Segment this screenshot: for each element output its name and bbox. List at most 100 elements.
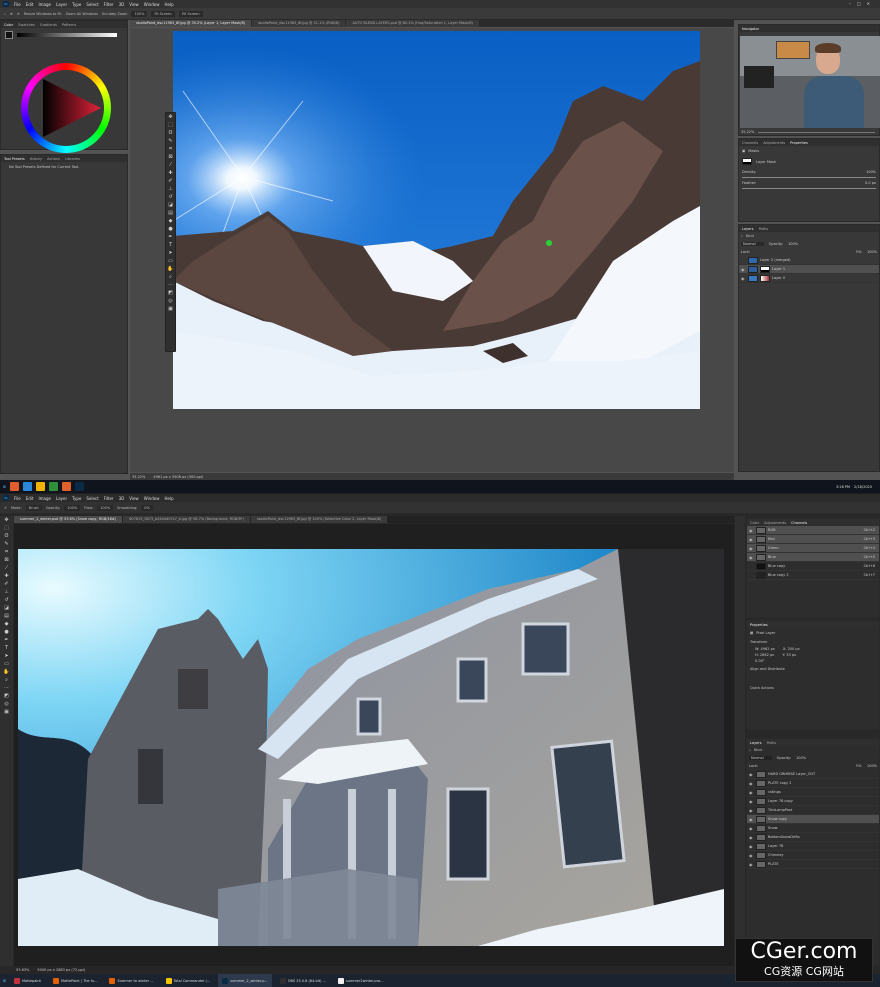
visibility-eye-icon[interactable]: ◉ — [749, 862, 754, 867]
path-select-tool-icon[interactable]: ➤ — [167, 250, 174, 257]
dodge-tool-icon[interactable]: ● — [3, 629, 10, 636]
fg-bg-colors-icon[interactable]: ◩ — [167, 290, 174, 297]
layer-row[interactable]: ◉ HARD GRIMESE Layer_OUT — [747, 770, 879, 779]
tab-channels[interactable]: Channels — [742, 141, 758, 145]
quick-mask-icon[interactable]: ◎ — [167, 298, 174, 305]
tab-color[interactable]: Color — [4, 23, 13, 27]
layer-row[interactable]: ◉ PLATE copy 2 — [747, 779, 879, 788]
layer-row[interactable]: ◉ Chimney — [747, 851, 879, 860]
bottom-status-zoom[interactable]: 53.63% — [16, 968, 29, 972]
lasso-tool-icon[interactable]: ʘ — [167, 130, 174, 137]
transform-w[interactable]: W: 4962 px — [755, 647, 775, 651]
tab-tool-presets[interactable]: Tool Presets — [4, 157, 25, 161]
gradient-tool-icon[interactable]: ▤ — [3, 613, 10, 620]
quick-select-tool-icon[interactable]: ✎ — [3, 541, 10, 548]
channel-row[interactable]: ◉ RGB Ctrl+2 — [747, 526, 879, 535]
menu-help[interactable]: Help — [164, 2, 173, 7]
resize-windows-checkbox[interactable]: Resize Windows to Fit — [24, 12, 62, 16]
tab-gradients[interactable]: Gradients — [40, 23, 57, 27]
stamp-tool-icon[interactable]: ⊥ — [167, 186, 174, 193]
transform-angle[interactable]: 0.00° — [755, 659, 765, 663]
kind-dropdown[interactable]: Kind — [754, 748, 762, 752]
type-tool-icon[interactable]: T — [167, 242, 174, 249]
doc-tab-2[interactable]: 607815_0873_b54b4d07s7_b.jpg @ 56.7% (Ba… — [123, 516, 250, 523]
channel-row[interactable]: Blue copy Ctrl+6 — [747, 562, 879, 571]
brush-mode-dropdown[interactable]: Brush — [25, 504, 42, 511]
visibility-eye-icon[interactable]: ◉ — [749, 844, 754, 849]
healing-tool-icon[interactable]: ✚ — [3, 573, 10, 580]
menu-window[interactable]: Window — [144, 496, 160, 501]
taskbar-app-icon[interactable] — [9, 482, 19, 491]
fit-screen-button[interactable]: Fit Screen — [151, 10, 175, 17]
zoom-all-windows-checkbox[interactable]: Zoom All Windows — [66, 12, 98, 16]
layer-row[interactable]: ◉ Layer 78 copy — [747, 797, 879, 806]
layer-row[interactable]: Layer 2 (merged) — [739, 256, 879, 265]
brush-tool-icon[interactable]: ✐ — [167, 178, 174, 185]
tab-adjustments[interactable]: Adjustments — [763, 141, 785, 145]
menu-type[interactable]: Type — [72, 496, 81, 501]
shape-tool-icon[interactable]: ▭ — [167, 258, 174, 265]
top-status-zoom[interactable]: 35.22% — [132, 475, 145, 479]
tab-patterns[interactable]: Patterns — [62, 23, 76, 27]
layer-row[interactable]: ◉ BottomSnowDrifts — [747, 833, 879, 842]
history-brush-icon[interactable]: ↺ — [3, 597, 10, 604]
channel-row[interactable]: ◉ Blue Ctrl+5 — [747, 553, 879, 562]
flow-option-value[interactable]: 100% — [97, 504, 114, 511]
menu-edit[interactable]: Edit — [26, 2, 34, 7]
menu-help[interactable]: Help — [164, 496, 173, 501]
taskbar-app[interactable]: Total Commander (... — [162, 974, 215, 987]
scrubby-zoom-checkbox[interactable]: Scrubby Zoom — [102, 12, 128, 16]
feather-slider[interactable] — [742, 188, 876, 189]
menu-image[interactable]: Image — [38, 2, 51, 7]
path-select-tool-icon[interactable]: ➤ — [3, 653, 10, 660]
tab-actions[interactable]: Actions — [47, 157, 60, 161]
menu-view[interactable]: View — [129, 2, 139, 7]
opacity-value[interactable]: 100% — [796, 756, 806, 760]
lasso-tool-icon[interactable]: ʘ — [3, 533, 10, 540]
menu-view[interactable]: View — [129, 496, 139, 501]
visibility-eye-icon[interactable]: ◉ — [749, 781, 754, 786]
zoom-tool-side-icon[interactable]: ⌕ — [3, 677, 10, 684]
menu-image[interactable]: Image — [38, 496, 51, 501]
taskbar-app[interactable]: Summer to winter ... — [105, 974, 157, 987]
visibility-eye-icon[interactable]: ◉ — [749, 808, 754, 813]
tab-history[interactable]: History — [30, 157, 42, 161]
color-swatch-fg[interactable] — [5, 31, 13, 39]
opacity-option-value[interactable]: 100% — [64, 504, 81, 511]
visibility-eye-icon[interactable]: ◉ — [741, 276, 746, 281]
hand-tool-icon[interactable]: ✋ — [167, 266, 174, 273]
crop-tool-icon[interactable]: ⌗ — [167, 146, 174, 153]
tab-paths[interactable]: Paths — [759, 227, 769, 231]
layer-row-selected[interactable]: ◉ Layer 1 — [739, 265, 879, 274]
zoom-in-icon[interactable]: ⊕ — [10, 12, 13, 16]
more-tools-icon[interactable]: ⋯ — [3, 685, 10, 692]
zoom-out-icon[interactable]: ⊖ — [17, 12, 20, 16]
blend-mode-dropdown[interactable]: Normal — [741, 242, 764, 246]
tab-paths[interactable]: Paths — [767, 741, 777, 745]
pen-tool-icon[interactable]: ✒ — [3, 637, 10, 644]
zoom-100-button[interactable]: 100% — [131, 10, 148, 17]
channel-row[interactable]: ◉ Green Ctrl+4 — [747, 544, 879, 553]
window-controls[interactable]: –□✕ — [849, 1, 876, 6]
layer-row-selected[interactable]: ◉ Snow copy — [747, 815, 879, 824]
tab-libraries[interactable]: Libraries — [65, 157, 80, 161]
tab-properties[interactable]: Properties — [790, 141, 808, 145]
pen-tool-icon[interactable]: ✒ — [167, 234, 174, 241]
visibility-eye-icon[interactable]: ◉ — [749, 799, 754, 804]
tab-adjustments[interactable]: Adjustments — [764, 521, 786, 525]
eraser-tool-icon[interactable]: ◪ — [3, 605, 10, 612]
visibility-eye-icon[interactable]: ◉ — [749, 817, 754, 822]
menu-layer[interactable]: Layer — [56, 2, 67, 7]
frame-tool-icon[interactable]: ⊠ — [167, 154, 174, 161]
healing-tool-icon[interactable]: ✚ — [167, 170, 174, 177]
blur-tool-icon[interactable]: ◆ — [167, 218, 174, 225]
color-wheel[interactable] — [21, 63, 111, 153]
transform-x[interactable]: X: 200 px — [783, 647, 800, 651]
navigator-zoom-value[interactable]: 35.22% — [741, 130, 754, 134]
visibility-eye-icon[interactable]: ◉ — [749, 772, 754, 777]
menu-file[interactable]: File — [14, 496, 21, 501]
layer-row[interactable]: ◉ Layer 0 — [739, 274, 879, 283]
mountain-snow-image[interactable] — [173, 31, 700, 409]
more-tools-icon[interactable]: ⋯ — [167, 282, 174, 289]
menu-3d[interactable]: 3D — [119, 496, 125, 501]
